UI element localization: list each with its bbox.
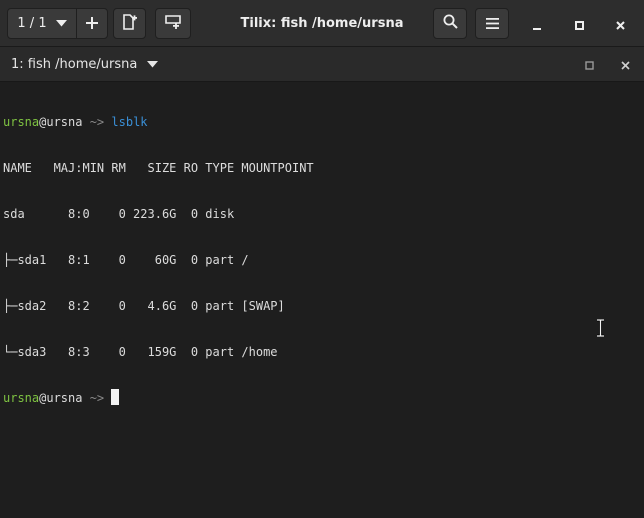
maximize-icon bbox=[584, 55, 594, 74]
terminal-view[interactable]: ursna@ursna ~> lsblk NAME MAJ:MIN RM SIZ… bbox=[0, 82, 644, 518]
split-right-icon bbox=[122, 13, 137, 34]
output-line: sda 8:0 0 223.6G 0 disk bbox=[3, 207, 242, 221]
window-title: Tilix: fish /home/ursna bbox=[240, 16, 404, 31]
find-button[interactable] bbox=[433, 8, 467, 39]
terminal-output: ursna@ursna ~> lsblk NAME MAJ:MIN RM SIZ… bbox=[3, 85, 314, 435]
close-icon bbox=[620, 55, 630, 74]
output-line: NAME MAJ:MIN RM SIZE RO TYPE MOUNTPOINT bbox=[3, 161, 314, 175]
text-cursor bbox=[111, 389, 120, 405]
close-terminal-button[interactable] bbox=[615, 54, 635, 74]
terminal-title-button[interactable]: 1: fish /home/ursna bbox=[11, 47, 159, 82]
minimize-button[interactable] bbox=[525, 12, 549, 36]
add-session-button[interactable] bbox=[77, 9, 107, 38]
prompt-user: ursna bbox=[3, 391, 40, 405]
output-line: ├─sda2 8:2 0 4.6G 0 part [SWAP] bbox=[3, 299, 285, 313]
session-label: 1 / 1 bbox=[17, 16, 47, 31]
active-prompt-line: ursna@ursna ~> bbox=[3, 389, 314, 407]
maximize-terminal-button[interactable] bbox=[579, 54, 599, 74]
ibeam-pointer-icon bbox=[596, 318, 605, 338]
chevron-down-icon bbox=[55, 16, 67, 31]
split-down-icon bbox=[165, 14, 181, 33]
plus-icon bbox=[86, 14, 98, 33]
minimize-icon bbox=[533, 15, 541, 34]
chevron-down-icon bbox=[147, 57, 159, 72]
search-icon bbox=[443, 14, 458, 33]
output-line: └─sda3 8:3 0 159G 0 part /home bbox=[3, 345, 278, 359]
menu-button[interactable] bbox=[475, 8, 509, 39]
header-bar: 1 / 1 Tilix: fish /home/ursna bbox=[0, 0, 644, 47]
add-terminal-down-button[interactable] bbox=[155, 8, 191, 39]
maximize-icon bbox=[574, 15, 584, 34]
command-line: ursna@ursna ~> lsblk bbox=[3, 113, 314, 131]
close-button[interactable] bbox=[608, 12, 632, 36]
terminal-title: 1: fish /home/ursna bbox=[11, 57, 138, 72]
prompt-user: ursna bbox=[3, 115, 40, 129]
terminal-title-bar: 1: fish /home/ursna bbox=[0, 47, 644, 82]
prompt-path: ~> bbox=[82, 115, 112, 129]
prompt-host: ursna bbox=[46, 391, 83, 405]
prompt-host: ursna bbox=[46, 115, 83, 129]
add-terminal-right-button[interactable] bbox=[113, 8, 146, 39]
maximize-button[interactable] bbox=[567, 12, 591, 36]
session-switcher-button[interactable]: 1 / 1 bbox=[8, 9, 77, 38]
tilix-window: 1 / 1 Tilix: fish /home/ursna 1: fish /h… bbox=[0, 0, 644, 518]
output-line: ├─sda1 8:1 0 60G 0 part / bbox=[3, 253, 249, 267]
hamburger-menu-icon bbox=[485, 14, 499, 33]
close-icon bbox=[615, 15, 625, 34]
prompt-path: ~> bbox=[82, 391, 112, 405]
entered-command: lsblk bbox=[111, 115, 148, 129]
session-button-group: 1 / 1 bbox=[7, 8, 108, 39]
